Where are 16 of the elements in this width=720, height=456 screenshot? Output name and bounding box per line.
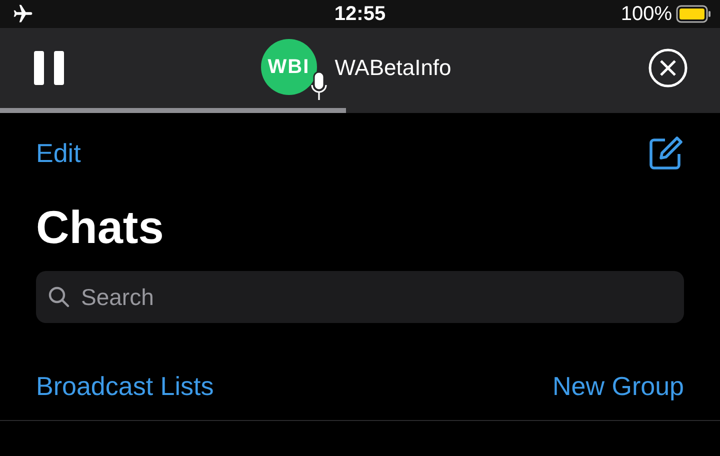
search-icon bbox=[48, 286, 70, 308]
battery-icon bbox=[676, 4, 712, 24]
new-group-link[interactable]: New Group bbox=[552, 371, 684, 402]
status-time: 12:55 bbox=[334, 2, 386, 26]
broadcast-lists-link[interactable]: Broadcast Lists bbox=[36, 371, 214, 402]
microphone-icon bbox=[310, 71, 327, 101]
search-field[interactable]: Search bbox=[36, 271, 684, 323]
page-title: Chats bbox=[36, 200, 165, 255]
compose-icon[interactable] bbox=[648, 135, 684, 171]
pause-button[interactable] bbox=[34, 51, 64, 85]
avatar: WBI bbox=[260, 39, 317, 95]
edit-link[interactable]: Edit bbox=[36, 138, 81, 168]
airplane-icon bbox=[12, 3, 34, 25]
battery-percent: 100% bbox=[620, 2, 672, 26]
sender-name: WABetaInfo bbox=[334, 55, 452, 81]
close-button[interactable] bbox=[648, 48, 688, 88]
